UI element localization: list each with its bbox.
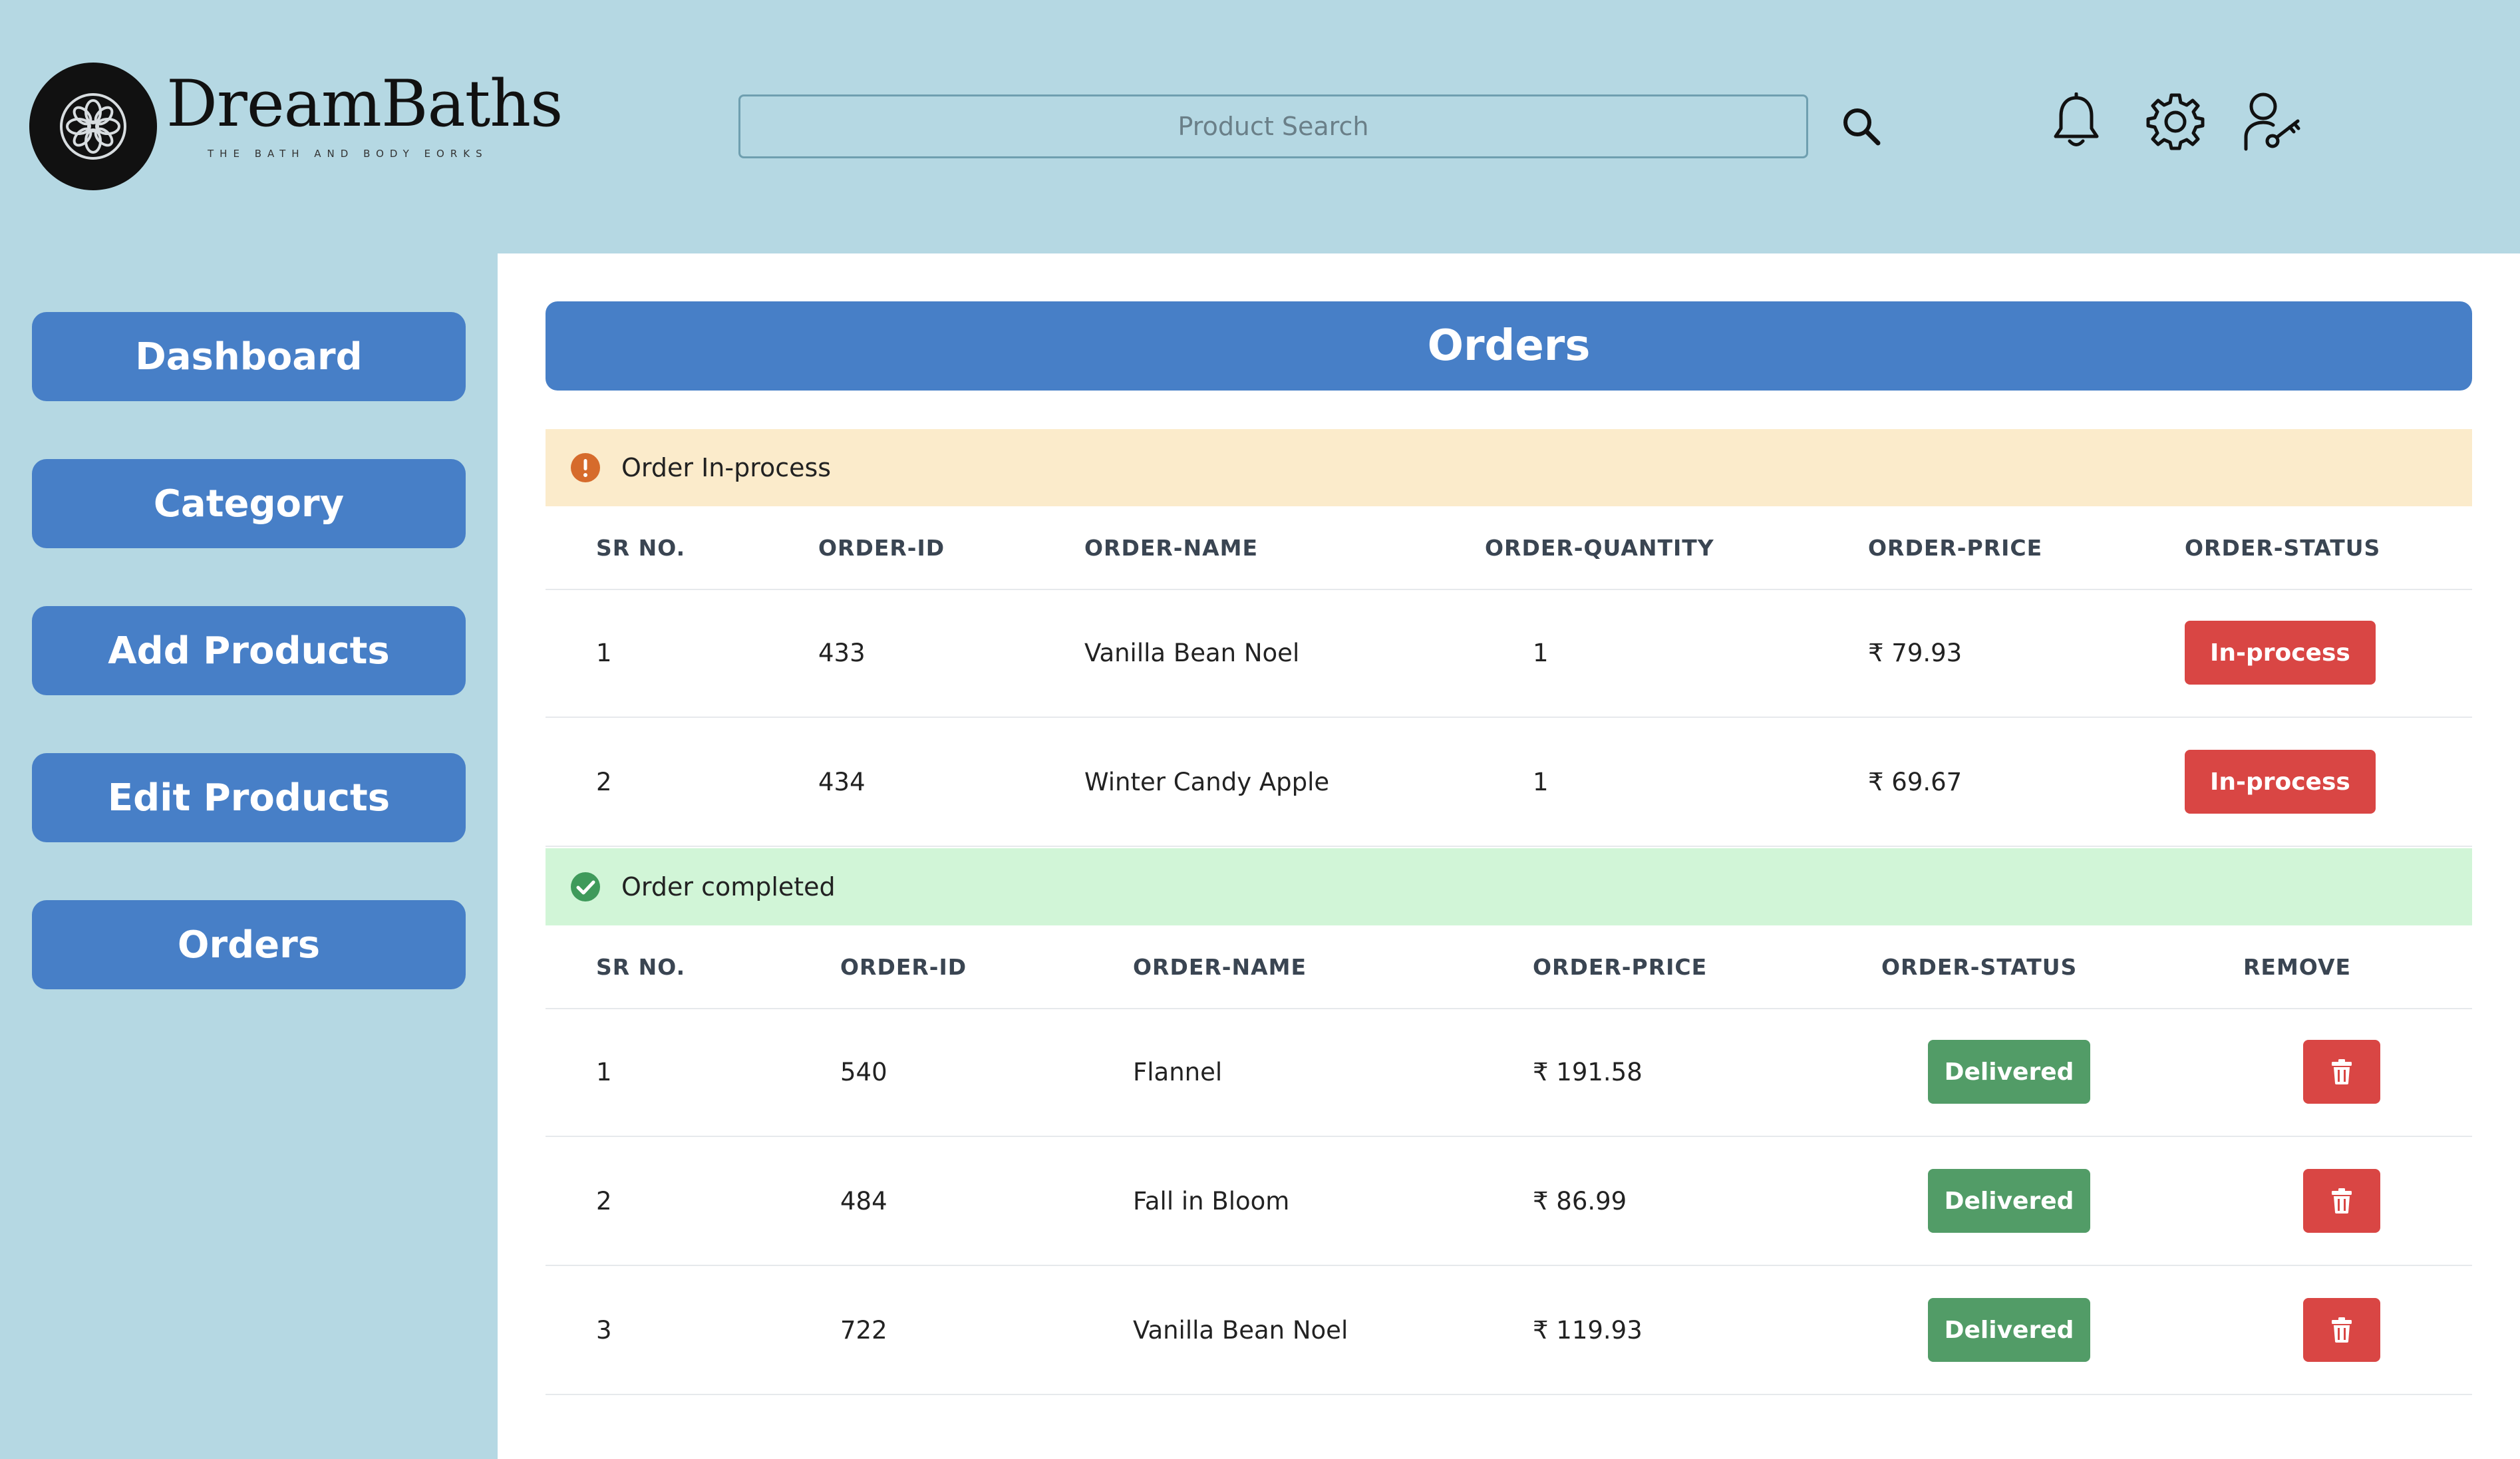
status-inprocess-button[interactable]: In-process xyxy=(2185,750,2376,814)
order-name: Fall in Bloom xyxy=(1133,1186,1290,1216)
status-cell: In-process xyxy=(2185,718,2376,846)
status-cell: Delivered xyxy=(1928,1137,2090,1265)
completed-banner: Order completed xyxy=(546,848,2472,925)
remove-cell xyxy=(2303,1137,2380,1265)
sr-no: 1 xyxy=(596,1057,612,1086)
flower-logo-icon xyxy=(60,93,126,160)
trash-icon xyxy=(2332,1317,2352,1343)
order-name: Winter Candy Apple xyxy=(1084,767,1330,796)
notifications-button[interactable] xyxy=(2046,89,2106,153)
user-key-icon xyxy=(2244,92,2300,151)
column-header: ORDER-STATUS xyxy=(2185,534,2381,561)
sr-no: 2 xyxy=(596,767,612,796)
order-price: ₹ 191.58 xyxy=(1533,1057,1643,1086)
remove-cell xyxy=(2303,1008,2380,1136)
settings-button[interactable] xyxy=(2143,89,2207,153)
trash-icon xyxy=(2332,1188,2352,1214)
sidebar-item-edit-products[interactable]: Edit Products xyxy=(32,753,466,842)
alert-icon xyxy=(571,453,600,482)
sidebar-item-dashboard[interactable]: Dashboard xyxy=(32,312,466,401)
order-quantity: 1 xyxy=(1533,767,1549,796)
account-button[interactable] xyxy=(2241,89,2304,153)
sr-no: 3 xyxy=(596,1315,612,1345)
order-price: ₹ 119.93 xyxy=(1533,1315,1643,1345)
completed-table-header: SR NO. ORDER-ID ORDER-NAME ORDER-PRICE O… xyxy=(546,925,2472,1009)
trash-icon xyxy=(2332,1059,2352,1084)
status-inprocess-button[interactable]: In-process xyxy=(2185,621,2376,685)
bell-icon xyxy=(2054,92,2099,146)
order-quantity: 1 xyxy=(1533,638,1549,667)
sr-no: 2 xyxy=(596,1186,612,1216)
sidebar-item-add-products[interactable]: Add Products xyxy=(32,606,466,695)
table-row: 2 484 Fall in Bloom ₹ 86.99 Delivered xyxy=(546,1137,2472,1266)
column-header: ORDER-ID xyxy=(840,953,967,980)
order-name: Vanilla Bean Noel xyxy=(1084,638,1300,667)
column-header: ORDER-NAME xyxy=(1084,534,1259,561)
status-delivered-button[interactable]: Delivered xyxy=(1928,1298,2090,1362)
order-id: 722 xyxy=(840,1315,887,1345)
brand-name: DreamBaths xyxy=(166,67,563,141)
column-header: SR NO. xyxy=(596,534,686,561)
order-name: Vanilla Bean Noel xyxy=(1133,1315,1348,1345)
search-icon xyxy=(1843,108,1881,146)
column-header: ORDER-QUANTITY xyxy=(1485,534,1714,561)
column-header: ORDER-NAME xyxy=(1133,953,1307,980)
status-delivered-button[interactable]: Delivered xyxy=(1928,1040,2090,1104)
completed-banner-text: Order completed xyxy=(621,872,836,901)
order-price: ₹ 69.67 xyxy=(1868,767,1963,796)
sidebar-item-orders[interactable]: Orders xyxy=(32,900,466,989)
page-title: Orders xyxy=(546,301,2472,391)
order-id: 540 xyxy=(840,1057,887,1086)
status-delivered-button[interactable]: Delivered xyxy=(1928,1169,2090,1233)
order-name: Flannel xyxy=(1133,1057,1223,1086)
sidebar-item-category[interactable]: Category xyxy=(32,459,466,548)
column-header: ORDER-STATUS xyxy=(1881,953,2078,980)
table-row: 1 433 Vanilla Bean Noel 1 ₹ 79.93 In-pro… xyxy=(546,589,2472,718)
inprocess-banner: Order In-process xyxy=(546,429,2472,506)
status-cell: Delivered xyxy=(1928,1008,2090,1136)
gear-icon xyxy=(2146,93,2205,150)
remove-button[interactable] xyxy=(2303,1040,2380,1104)
column-header: REMOVE xyxy=(2243,953,2352,980)
order-price: ₹ 86.99 xyxy=(1533,1186,1627,1216)
check-circle-icon xyxy=(571,872,600,901)
column-header: ORDER-PRICE xyxy=(1533,953,1708,980)
order-price: ₹ 79.93 xyxy=(1868,638,1963,667)
status-cell: In-process xyxy=(2185,589,2376,717)
column-header: ORDER-ID xyxy=(818,534,945,561)
column-header: SR NO. xyxy=(596,953,686,980)
brand-tagline: THE BATH AND BODY EORKS xyxy=(208,148,488,160)
table-row: 1 540 Flannel ₹ 191.58 Delivered xyxy=(546,1008,2472,1137)
search-input[interactable] xyxy=(738,94,1808,158)
order-id: 434 xyxy=(818,767,866,796)
table-row: 3 722 Vanilla Bean Noel ₹ 119.93 Deliver… xyxy=(546,1266,2472,1395)
logo[interactable] xyxy=(29,63,157,190)
inprocess-banner-text: Order In-process xyxy=(621,453,832,482)
status-cell: Delivered xyxy=(1928,1266,2090,1394)
table-row: 2 434 Winter Candy Apple 1 ₹ 69.67 In-pr… xyxy=(546,718,2472,847)
remove-button[interactable] xyxy=(2303,1298,2380,1362)
order-id: 484 xyxy=(840,1186,887,1216)
sidebar: Dashboard Category Add Products Edit Pro… xyxy=(0,253,498,1459)
remove-button[interactable] xyxy=(2303,1169,2380,1233)
inprocess-table-header: SR NO. ORDER-ID ORDER-NAME ORDER-QUANTIT… xyxy=(546,506,2472,590)
header: DreamBaths THE BATH AND BODY EORKS xyxy=(0,0,2520,253)
order-id: 433 xyxy=(818,638,866,667)
remove-cell xyxy=(2303,1266,2380,1394)
sr-no: 1 xyxy=(596,638,612,667)
search-button[interactable] xyxy=(1835,100,1888,153)
main-content: Orders Order In-process SR NO. ORDER-ID … xyxy=(498,253,2520,1459)
column-header: ORDER-PRICE xyxy=(1868,534,2043,561)
